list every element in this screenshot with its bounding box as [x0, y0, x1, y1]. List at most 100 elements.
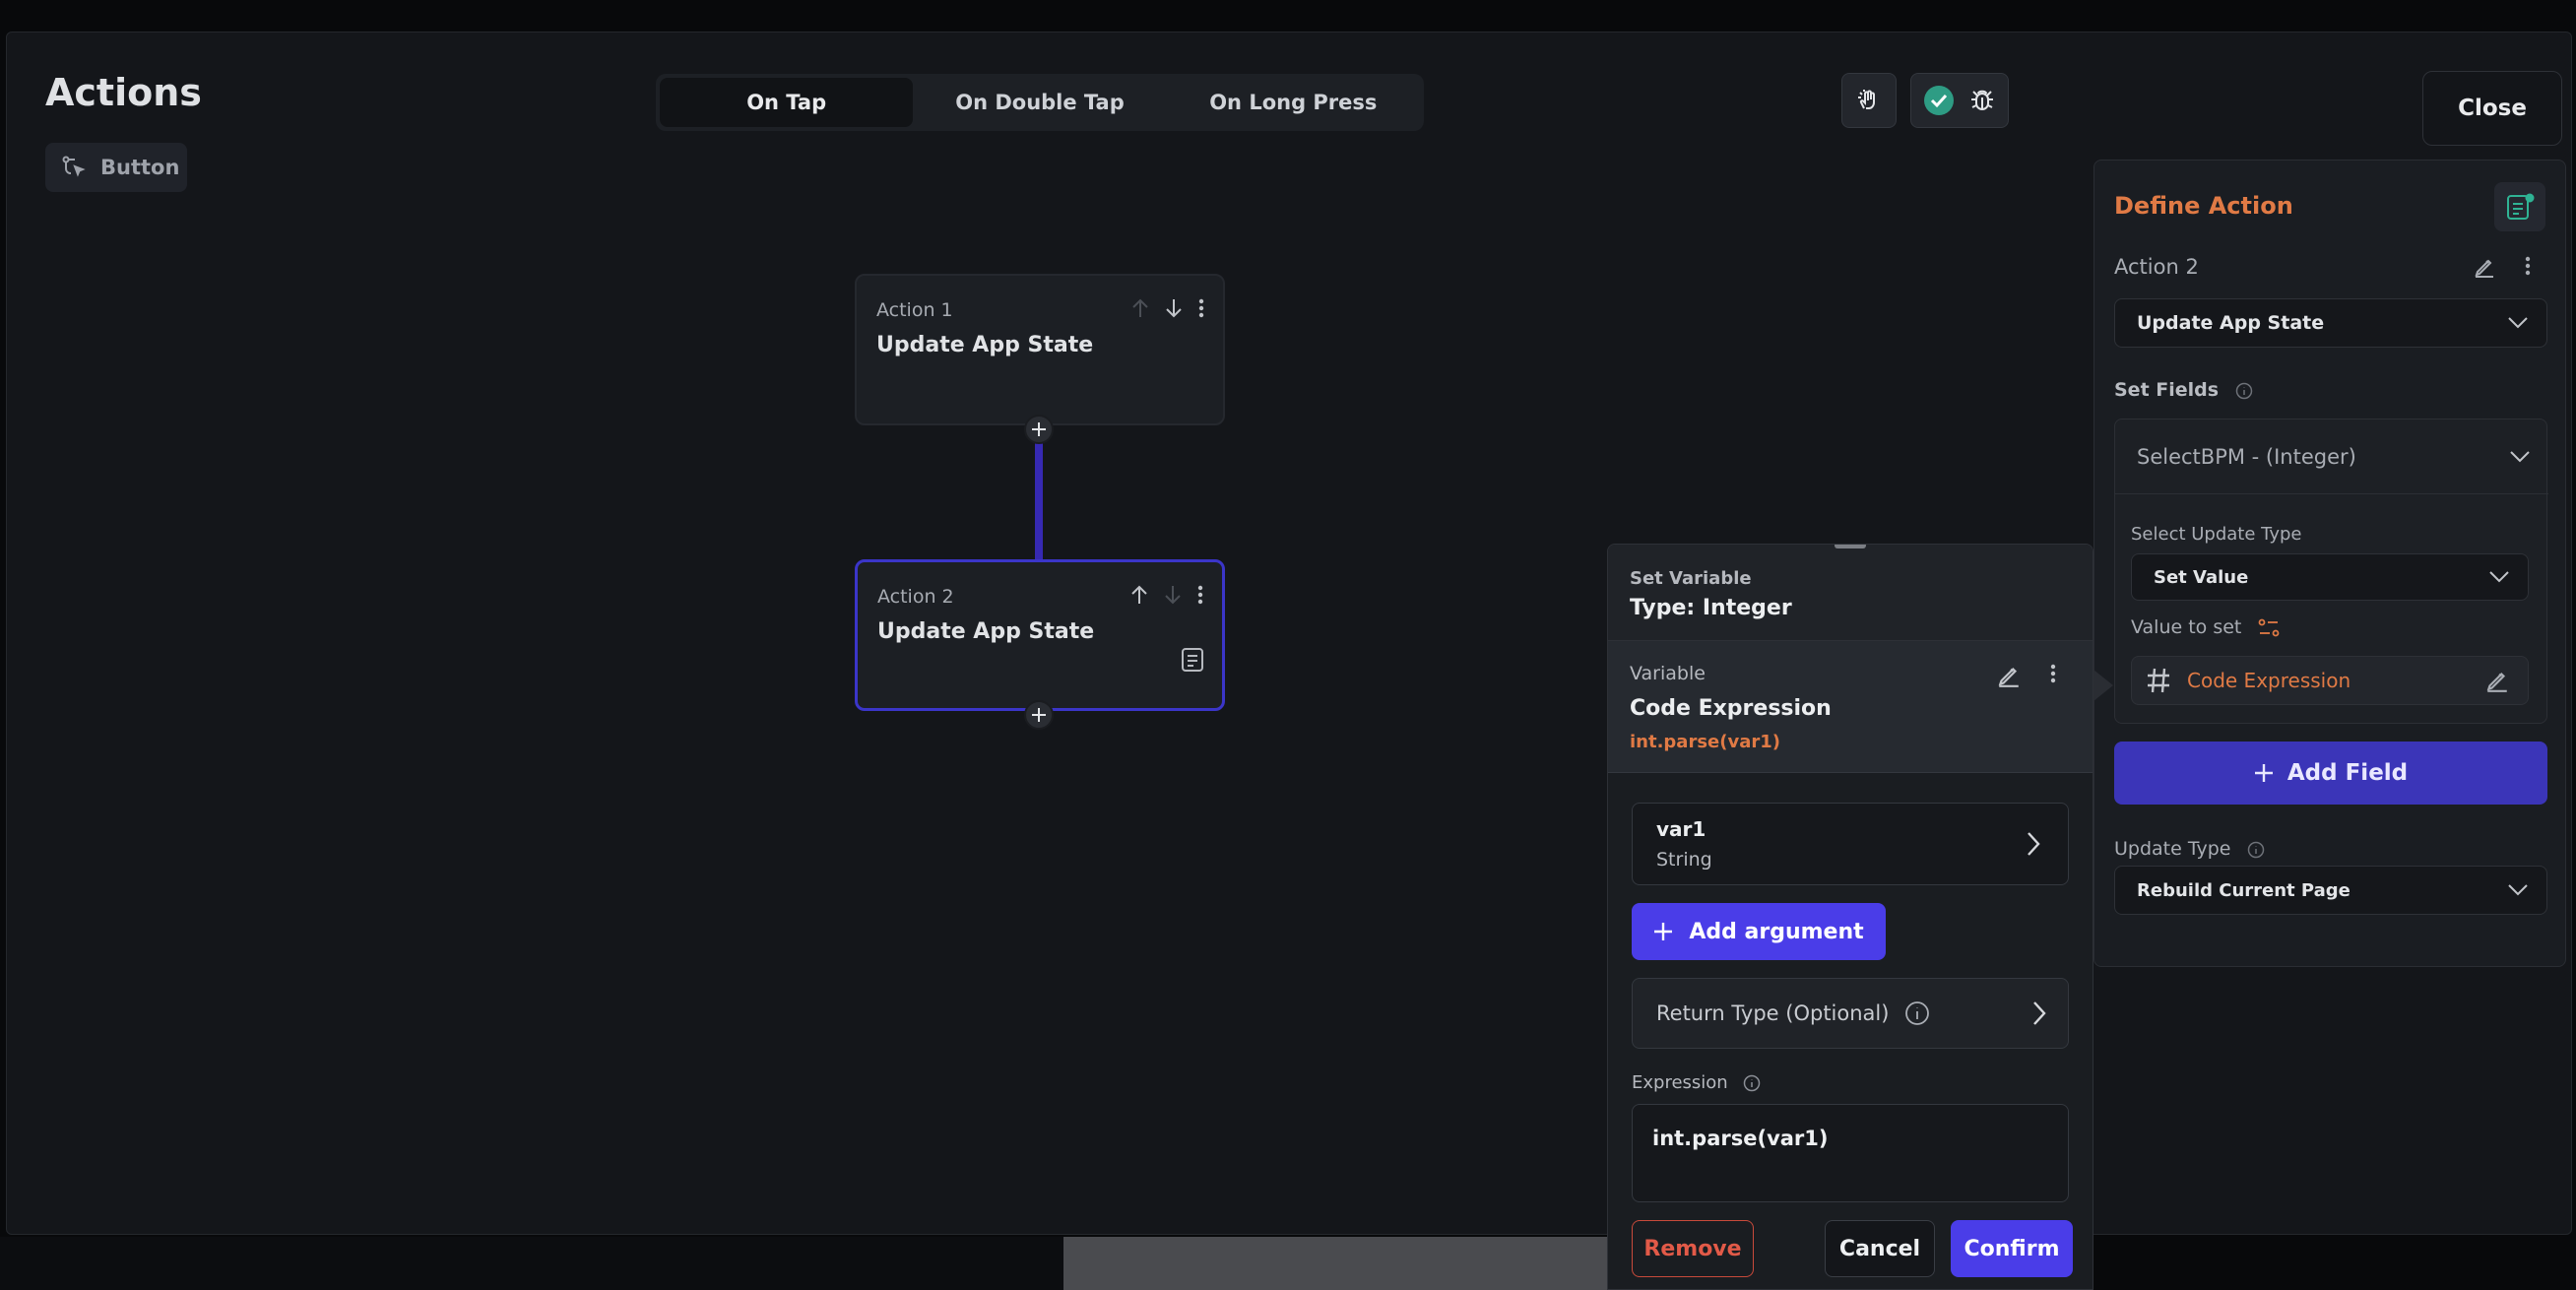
chevron-down-icon: [2509, 450, 2531, 464]
value-text: Code Expression: [2187, 669, 2351, 692]
update-type-select[interactable]: Set Value: [2131, 553, 2529, 601]
more-vertical-icon[interactable]: [1197, 297, 1205, 319]
notes-button[interactable]: [2494, 182, 2545, 231]
bug-icon[interactable]: [1968, 86, 1996, 115]
expression-editor[interactable]: int.parse(var1): [1632, 1104, 2069, 1202]
edit-icon[interactable]: [2473, 255, 2496, 279]
remove-button[interactable]: Remove: [1632, 1220, 1754, 1277]
field-select-value: SelectBPM - (Integer): [2137, 444, 2356, 469]
gesture-icon: [1855, 87, 1883, 114]
check-circle-icon[interactable]: [1923, 85, 1955, 116]
argument-row[interactable]: var1 String: [1632, 803, 2069, 885]
widget-chip[interactable]: Button: [45, 143, 187, 192]
expression-text: Expression: [1632, 1072, 1728, 1093]
panel-title: Define Action: [2114, 192, 2293, 220]
add-argument-label: Add argument: [1689, 919, 1864, 944]
field-editor: SelectBPM - (Integer) Select Update Type…: [2114, 419, 2548, 724]
add-action-button[interactable]: [1024, 415, 1054, 444]
more-vertical-icon[interactable]: [1196, 584, 1204, 606]
argument-name: var1: [1656, 817, 1707, 841]
set-fields-label: Set Fields: [2114, 379, 2253, 401]
note-add-icon: [2505, 192, 2535, 222]
set-variable-popup: Set Variable Type: Integer Variable Code…: [1607, 544, 2093, 1290]
edit-icon[interactable]: [1996, 663, 2022, 688]
arrow-down-icon[interactable]: [1163, 584, 1183, 606]
update-type-label: Update Type: [2114, 838, 2265, 860]
field-select[interactable]: SelectBPM - (Integer): [2115, 419, 2548, 494]
background-strip: [1063, 1237, 1615, 1290]
drag-handle[interactable]: [1835, 545, 1866, 548]
confirm-button[interactable]: Confirm: [1951, 1220, 2073, 1277]
variable-settings-icon[interactable]: [2257, 617, 2281, 639]
action-card-2[interactable]: Action 2 Update App State: [855, 559, 1225, 711]
return-type-row[interactable]: Return Type (Optional): [1632, 978, 2069, 1049]
chevron-down-icon: [2507, 883, 2529, 897]
variable-expression: int.parse(var1): [1630, 732, 1780, 752]
variable-value: Code Expression: [1630, 696, 1832, 721]
action-title: Update App State: [876, 333, 1094, 357]
page-title: Actions: [45, 71, 202, 114]
plus-icon: [2254, 763, 2274, 783]
variable-section: Variable Code Expression int.parse(var1): [1608, 641, 2093, 773]
arrow-up-icon[interactable]: [1130, 297, 1150, 319]
return-type-label: Return Type (Optional): [1656, 1001, 1890, 1025]
select-value: Rebuild Current Page: [2137, 879, 2351, 901]
argument-type: String: [1656, 849, 1712, 871]
chip-label: Button: [100, 156, 180, 179]
validation-debug-group[interactable]: [1910, 73, 2009, 128]
popup-header: Set Variable Type: Integer: [1608, 545, 2093, 641]
action-title: Update App State: [877, 619, 1095, 644]
tab-on-tap[interactable]: On Tap: [660, 78, 914, 127]
trigger-tabs: On Tap On Double Tap On Long Press: [656, 74, 1424, 131]
info-icon[interactable]: [1904, 1000, 1930, 1026]
hash-icon: [2146, 667, 2171, 694]
cursor-tree-icon: [61, 155, 87, 180]
add-action-button[interactable]: [1024, 700, 1054, 730]
action-label: Action 2: [877, 586, 954, 608]
note-icon[interactable]: [1181, 647, 1204, 673]
value-content: Code Expression: [2146, 667, 2351, 694]
add-field-button[interactable]: Add Field: [2114, 742, 2547, 805]
chevron-down-icon: [2507, 316, 2529, 330]
more-vertical-icon[interactable]: [2049, 663, 2057, 684]
more-vertical-icon[interactable]: [2524, 255, 2532, 277]
ai-gesture-button[interactable]: [1841, 73, 1897, 128]
arrow-up-icon[interactable]: [1129, 584, 1149, 606]
popup-pointer: [2093, 670, 2113, 701]
value-to-set-label: Value to set: [2131, 616, 2281, 639]
set-variable-label: Set Variable: [1630, 568, 1752, 589]
set-fields-text: Set Fields: [2114, 379, 2220, 401]
select-value: Set Value: [2154, 566, 2249, 588]
background-strip: [0, 1237, 1063, 1290]
value-to-set-text: Value to set: [2131, 616, 2242, 638]
tab-on-double-tap[interactable]: On Double Tap: [913, 78, 1166, 127]
tab-on-long-press[interactable]: On Long Press: [1167, 78, 1420, 127]
rebuild-select[interactable]: Rebuild Current Page: [2114, 866, 2547, 915]
plus-icon: [1031, 421, 1047, 437]
variable-label: Variable: [1630, 663, 1706, 684]
info-icon[interactable]: [1743, 1074, 1761, 1092]
value-to-set-field[interactable]: Code Expression: [2131, 656, 2529, 705]
select-update-type-label: Select Update Type: [2131, 524, 2302, 545]
action-type-select[interactable]: Update App State: [2114, 298, 2547, 348]
chevron-right-icon: [2027, 831, 2040, 857]
action-card-1[interactable]: Action 1 Update App State: [855, 274, 1225, 425]
close-button[interactable]: Close: [2422, 71, 2562, 146]
info-icon[interactable]: [2235, 382, 2253, 400]
chevron-right-icon: [2032, 1000, 2046, 1026]
type-label: Type: Integer: [1630, 596, 1792, 620]
update-type-text: Update Type: [2114, 838, 2231, 860]
info-icon[interactable]: [2247, 841, 2265, 859]
flow-connector: [1035, 443, 1043, 561]
arrow-down-icon[interactable]: [1164, 297, 1184, 319]
plus-icon: [1653, 922, 1673, 941]
edit-icon[interactable]: [2484, 668, 2510, 693]
action-name: Action 2: [2114, 255, 2199, 279]
cancel-button[interactable]: Cancel: [1825, 1220, 1935, 1277]
action-label: Action 1: [876, 299, 953, 321]
plus-icon: [1031, 707, 1047, 723]
add-field-label: Add Field: [2286, 760, 2409, 786]
add-argument-button[interactable]: Add argument: [1632, 903, 1886, 960]
expression-label: Expression: [1632, 1072, 1761, 1093]
select-value: Update App State: [2137, 312, 2325, 334]
